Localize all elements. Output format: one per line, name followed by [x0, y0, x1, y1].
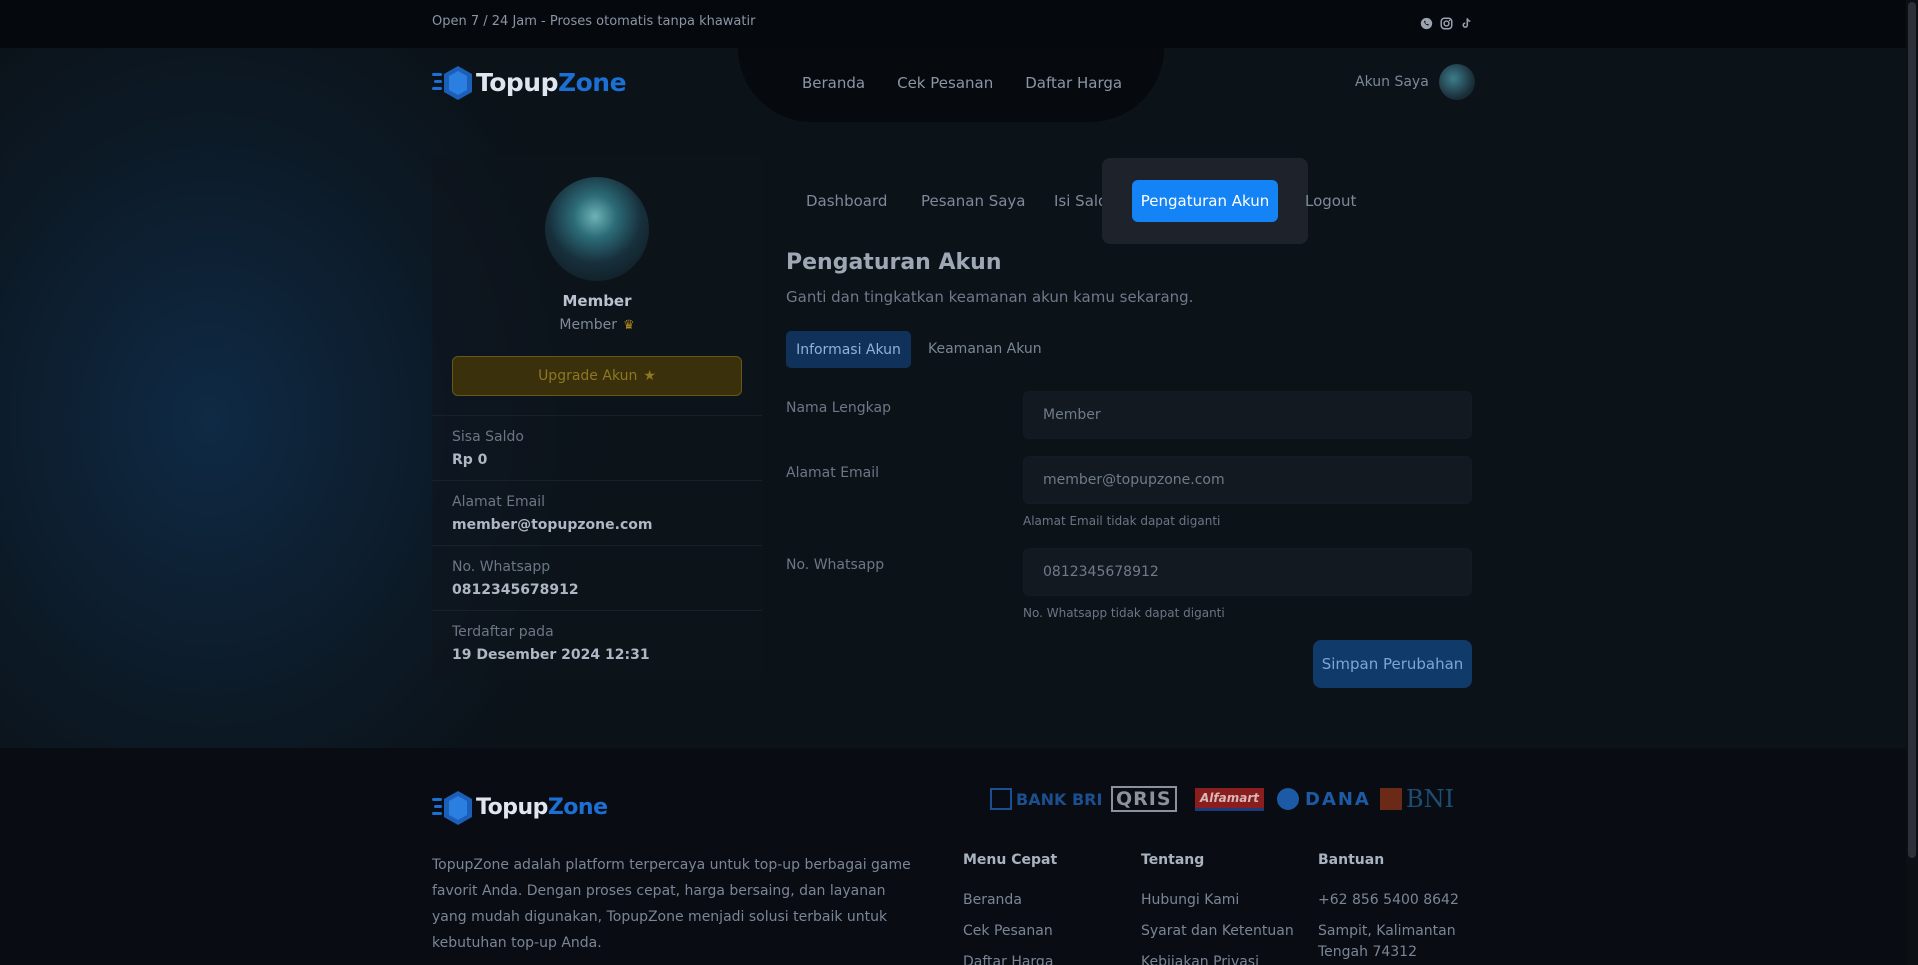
footer-phone[interactable]: +62 856 5400 8642 [1318, 892, 1459, 908]
info-value: 0812345678912 [452, 582, 579, 598]
bni-logo: BNI [1380, 785, 1454, 813]
field-label-name: Nama Lengkap [786, 400, 891, 416]
footer-link-daftar-harga[interactable]: Daftar Harga [963, 954, 1053, 965]
tab-dashboard[interactable]: Dashboard [806, 192, 887, 210]
brand-name: TopupZone [476, 67, 627, 97]
upgrade-label: Upgrade Akun [538, 368, 638, 384]
page-title: Pengaturan Akun [786, 250, 1002, 275]
info-registered: Terdaftar pada 19 Desember 2024 12:31 [432, 610, 762, 675]
email-field[interactable]: member@topupzone.com [1023, 456, 1472, 504]
account-menu[interactable]: Akun Saya [1355, 64, 1475, 100]
nav-daftar-harga[interactable]: Daftar Harga [1025, 74, 1122, 92]
profile-avatar [545, 177, 649, 281]
info-value: Rp 0 [452, 452, 488, 468]
footer-address-line1: Sampit, Kalimantan [1318, 923, 1456, 939]
whatsapp-field-value: 0812345678912 [1043, 564, 1159, 580]
footer-description: TopupZone adalah platform terpercaya unt… [432, 857, 911, 951]
avatar[interactable] [1438, 64, 1475, 100]
info-whatsapp: No. Whatsapp 0812345678912 [432, 545, 762, 610]
qris-logo: QRIS [1111, 786, 1177, 812]
footer-col-title: Menu Cepat [963, 852, 1058, 868]
star-icon: ★ [643, 368, 656, 384]
brand-logo[interactable]: TopupZone [432, 64, 627, 100]
main-nav: Beranda Cek Pesanan Daftar Harga [802, 74, 1122, 92]
profile-card: Member Member ♛ Upgrade Akun ★ Sisa Saldo… [432, 155, 762, 680]
email-field-hint: Alamat Email tidak dapat diganti [1023, 514, 1221, 528]
tab-pesanan-saya[interactable]: Pesanan Saya [921, 192, 1026, 210]
nav-cek-pesanan[interactable]: Cek Pesanan [897, 74, 993, 92]
footer-link-syarat[interactable]: Syarat dan Ketentuan [1141, 923, 1294, 939]
bank-bri-logo: BANK BRI [990, 786, 1102, 812]
subtab-keamanan-akun[interactable]: Keamanan Akun [928, 341, 1042, 357]
footer-col-title: Bantuan [1318, 852, 1385, 868]
info-label: Terdaftar pada [452, 624, 554, 640]
topbar-text: Open 7 / 24 Jam - Proses otomatis tanpa … [432, 14, 756, 29]
info-email: Alamat Email member@topupzone.com [432, 480, 762, 545]
tiktok-icon[interactable] [1459, 16, 1473, 30]
brand-name: TopupZone [476, 794, 608, 820]
footer-link-cek-pesanan[interactable]: Cek Pesanan [963, 923, 1053, 939]
name-field-value: Member [1043, 407, 1101, 423]
whatsapp-field[interactable]: 0812345678912 [1023, 548, 1472, 596]
footer-link-beranda[interactable]: Beranda [963, 892, 1022, 908]
footer-link-privasi[interactable]: Kebijakan Privasi [1141, 954, 1259, 965]
instagram-icon[interactable] [1439, 16, 1453, 30]
save-button[interactable]: Simpan Perubahan [1313, 640, 1472, 688]
active-tab-highlight: Pengaturan Akun [1102, 158, 1308, 244]
profile-role: Member ♛ [432, 317, 762, 333]
logo-mark-icon [432, 64, 476, 100]
subtab-informasi-akun[interactable]: Informasi Akun [786, 331, 911, 368]
tab-pengaturan-akun[interactable]: Pengaturan Akun [1132, 180, 1278, 222]
info-label: Sisa Saldo [452, 429, 524, 445]
dana-logo: DANA [1277, 786, 1371, 812]
page-scrollbar[interactable] [1906, 0, 1918, 965]
whatsapp-field-hint: No. Whatsapp tidak dapat diganti [1023, 606, 1225, 620]
name-field[interactable]: Member [1023, 391, 1472, 439]
info-value: member@topupzone.com [452, 517, 653, 533]
alfamart-logo: Alfamart [1195, 786, 1264, 812]
info-balance: Sisa Saldo Rp 0 [432, 415, 762, 480]
top-bar: Open 7 / 24 Jam - Proses otomatis tanpa … [0, 0, 1918, 48]
field-label-email: Alamat Email [786, 465, 880, 481]
footer-address-line2: Tengah 74312 [1318, 944, 1417, 960]
email-field-value: member@topupzone.com [1043, 472, 1225, 488]
page-subtitle: Ganti dan tingkatkan keamanan akun kamu … [786, 288, 1194, 306]
scrollbar-thumb[interactable] [1908, 2, 1916, 858]
whatsapp-icon[interactable] [1419, 16, 1433, 30]
upgrade-button[interactable]: Upgrade Akun ★ [452, 356, 742, 396]
info-value: 19 Desember 2024 12:31 [452, 647, 650, 663]
profile-name: Member [562, 292, 632, 310]
footer-logo[interactable]: TopupZone [432, 789, 608, 825]
footer-col-title: Tentang [1141, 852, 1205, 868]
info-label: No. Whatsapp [452, 559, 551, 575]
footer [0, 748, 1918, 965]
tab-logout[interactable]: Logout [1305, 192, 1356, 210]
crown-icon: ♛ [622, 318, 635, 333]
account-label: Akun Saya [1355, 74, 1429, 90]
info-label: Alamat Email [452, 494, 546, 510]
social-links [1419, 16, 1473, 30]
footer-link-hubungi-kami[interactable]: Hubungi Kami [1141, 892, 1239, 908]
profile-role-label: Member [559, 317, 617, 333]
field-label-whatsapp: No. Whatsapp [786, 557, 885, 573]
logo-mark-icon [432, 789, 476, 825]
nav-beranda[interactable]: Beranda [802, 74, 865, 92]
